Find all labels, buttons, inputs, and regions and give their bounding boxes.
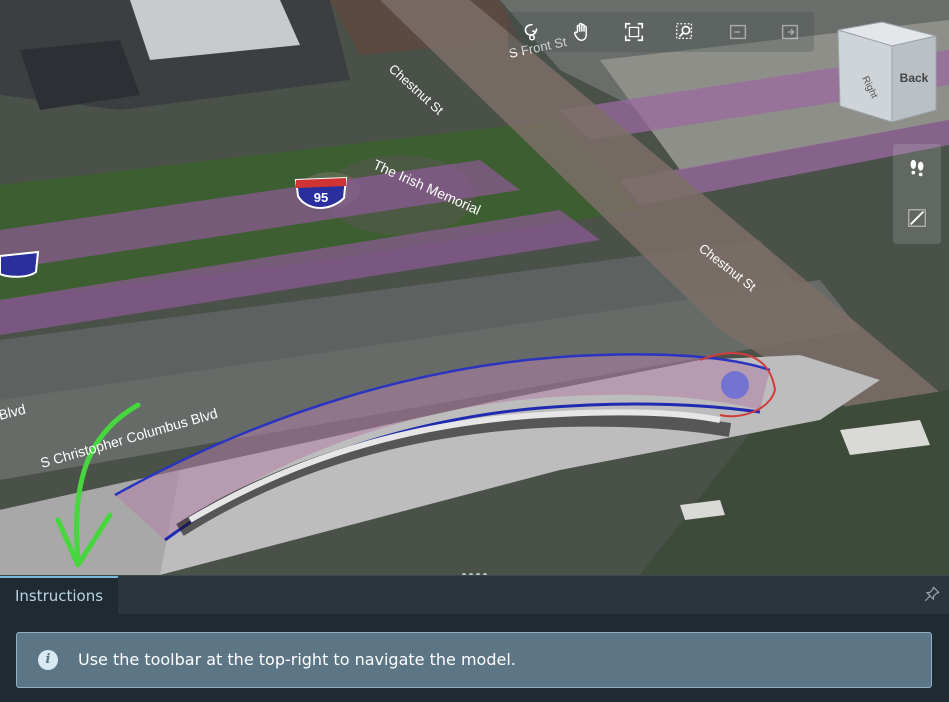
split-left-button[interactable] <box>724 18 752 46</box>
pan-hand-icon <box>573 22 587 41</box>
side-toolbar <box>893 144 941 244</box>
zoom-window-icon <box>676 23 693 40</box>
fit-view-button[interactable] <box>620 18 648 46</box>
info-icon: i <box>38 650 58 670</box>
tab-instructions[interactable]: Instructions <box>0 576 118 616</box>
measure-button[interactable] <box>901 202 933 234</box>
split-right-icon <box>781 24 799 40</box>
instructions-panel: Instructions i Use the toolbar at the to… <box>0 575 949 702</box>
split-left-icon <box>729 24 747 40</box>
split-right-button[interactable] <box>776 18 804 46</box>
info-message-box: i Use the toolbar at the top-right to na… <box>16 632 932 688</box>
highway-shield-icon: 95 <box>294 176 348 210</box>
pin-button[interactable] <box>920 582 944 606</box>
orbit-icon <box>524 23 538 41</box>
pan-button[interactable] <box>568 18 596 46</box>
fit-view-icon <box>624 22 644 42</box>
footprints-icon <box>910 159 924 177</box>
highway-shield-number: 95 <box>314 190 328 205</box>
orbit-button[interactable] <box>518 18 546 46</box>
3d-viewport[interactable]: 95 Chestnut St Chestnut St S Front St S … <box>0 0 949 575</box>
measure-line-icon <box>908 209 926 227</box>
viewcube[interactable]: Right Back <box>830 18 940 128</box>
zoom-window-button[interactable] <box>671 18 699 46</box>
first-person-button[interactable] <box>901 152 933 184</box>
navigation-toolbar <box>508 12 814 52</box>
pin-icon <box>924 586 940 602</box>
viewcube-face-label: Back <box>900 71 929 85</box>
panel-tab-bar: Instructions <box>0 575 949 616</box>
aerial-map-scene[interactable]: 95 Chestnut St Chestnut St S Front St S … <box>0 0 949 575</box>
info-message-text: Use the toolbar at the top-right to navi… <box>78 650 516 669</box>
